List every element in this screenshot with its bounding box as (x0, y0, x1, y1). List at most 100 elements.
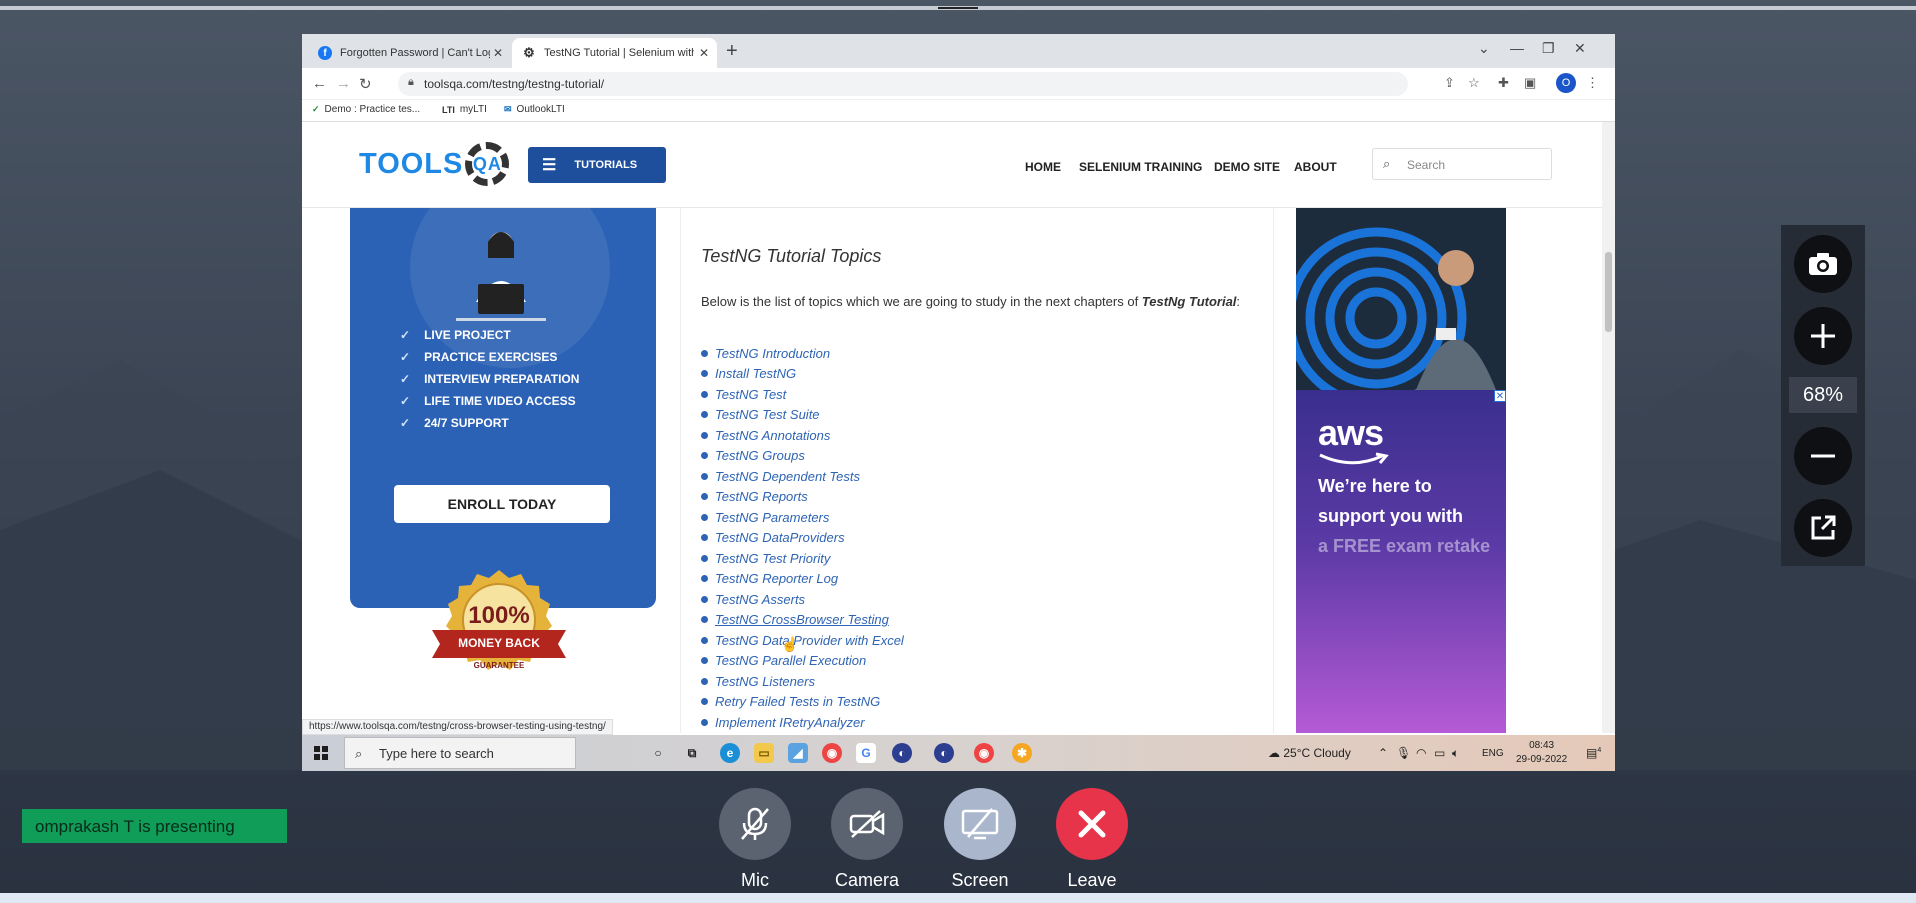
app-icon[interactable]: ◢ (788, 743, 808, 763)
topic-link[interactable]: TestNG Test Suite (701, 405, 904, 426)
screen-share-side-panel: 68% (1781, 225, 1865, 566)
tray-chevron-icon[interactable]: ⌃ (1378, 746, 1388, 760)
tab-label: TestNG Tutorial | Selenium with Java (544, 47, 694, 59)
notification-icon[interactable]: ▤4 (1586, 746, 1601, 760)
screen-share-button[interactable] (944, 788, 1016, 860)
top-grip[interactable] (938, 7, 978, 9)
minimize-icon[interactable]: — (1510, 40, 1524, 56)
google-icon[interactable]: G (856, 743, 876, 763)
mic-off-icon (741, 807, 769, 840)
bookmark-star-icon[interactable]: ☆ (1468, 75, 1480, 91)
feature-practice-exercises: ✓ PRACTICE EXERCISES (400, 350, 557, 364)
topic-link[interactable]: TestNG Asserts (701, 589, 904, 610)
topic-link[interactable]: Retry Failed Tests in TestNG (701, 692, 904, 713)
new-tab-icon[interactable]: + (726, 40, 738, 63)
topic-link[interactable]: TestNG CrossBrowser Testing (701, 610, 904, 631)
windows-start-icon[interactable] (314, 746, 328, 760)
bullet-icon (701, 513, 708, 521)
forward-icon[interactable]: → (336, 75, 351, 92)
chrome-active-icon[interactable]: ◉ (974, 743, 994, 763)
page-scrollbar[interactable] (1602, 122, 1615, 733)
eclipse-icon-1[interactable]: ◐ (892, 743, 912, 763)
tutorials-button[interactable]: ☰ TUTORIALS (528, 147, 666, 183)
nav-about[interactable]: ABOUT (1294, 160, 1337, 174)
feature-lifetime-video: ✓ LIFE TIME VIDEO ACCESS (400, 394, 576, 408)
topic-link[interactable]: TestNG Annotations (701, 425, 904, 446)
back-icon[interactable]: ← (312, 75, 327, 92)
close-tab-icon[interactable]: ✕ (699, 46, 709, 60)
volume-icon[interactable]: 🔈︎ (1452, 746, 1459, 761)
topic-link[interactable]: TestNG Reporter Log (701, 569, 904, 590)
pop-out-button[interactable] (1794, 499, 1852, 557)
bullet-icon (701, 657, 708, 665)
language-indicator[interactable]: ENG (1482, 748, 1504, 759)
bookmark-outlooklti[interactable]: ✉ OutlookLTI (504, 104, 565, 115)
minus-icon (1811, 454, 1835, 458)
camera-button[interactable] (831, 788, 903, 860)
tab-search-icon[interactable]: ⌄ (1478, 40, 1490, 57)
chrome-icon[interactable]: ◉ (822, 743, 842, 763)
topic-label: TestNG Parameters (715, 509, 830, 525)
topic-link[interactable]: TestNG Parameters (701, 507, 904, 528)
edge-icon[interactable]: e (720, 743, 740, 763)
cortana-icon[interactable]: ○ (648, 743, 668, 763)
topic-link[interactable]: TestNG Parallel Execution (701, 651, 904, 672)
zoom-in-button[interactable] (1794, 307, 1852, 365)
nav-home[interactable]: HOME (1025, 160, 1061, 174)
bookmark-mylti[interactable]: LTI myLTI (442, 104, 487, 115)
topic-link[interactable]: TestNG Dependent Tests (701, 466, 904, 487)
zoom-out-button[interactable] (1794, 427, 1852, 485)
enroll-today-button[interactable]: ENROLL TODAY (394, 485, 610, 523)
scrollbar-thumb[interactable] (1605, 252, 1612, 332)
profile-avatar[interactable]: O (1556, 73, 1576, 93)
topic-link[interactable]: TestNG Groups (701, 446, 904, 467)
extensions-icon[interactable]: ✚ (1498, 75, 1509, 91)
eclipse-icon-2[interactable]: ◐ (934, 743, 954, 763)
app-orange-icon[interactable]: ✱ (1012, 743, 1032, 763)
share-icon[interactable]: ⇪ (1444, 75, 1455, 91)
file-explorer-icon[interactable]: ▭ (754, 743, 774, 763)
feature-support: ✓ 24/7 SUPPORT (400, 416, 509, 430)
close-tab-icon[interactable]: ✕ (493, 46, 503, 60)
weather-widget[interactable]: ☁ 25°C Cloudy (1268, 746, 1351, 760)
topic-link[interactable]: Install TestNG (701, 364, 904, 385)
nav-demo-site[interactable]: DEMO SITE (1214, 160, 1280, 174)
site-search-input[interactable]: ⌕ Search (1372, 148, 1552, 180)
side-panel-icon[interactable]: ▣ (1524, 75, 1536, 91)
url-field[interactable]: 🔒︎ toolsqa.com/testng/testng-tutorial/ (398, 72, 1408, 96)
wifi-icon[interactable]: ◠ (1416, 746, 1426, 760)
aws-ad[interactable]: ✕ aws We’re here to support you with a F… (1296, 390, 1506, 733)
tab-forgotten-password[interactable]: f Forgotten Password | Can't Log In ✕ (308, 38, 511, 68)
close-window-icon[interactable]: ✕ (1574, 40, 1586, 57)
training-ad-banner[interactable]: ✓ LIVE PROJECT ✓ PRACTICE EXERCISES ✓ INTER… (350, 208, 656, 608)
screenshot-button[interactable] (1794, 235, 1852, 293)
topic-link[interactable]: TestNG Test Priority (701, 548, 904, 569)
task-view-icon[interactable]: ⧉ (682, 743, 702, 763)
tab-testng-tutorial[interactable]: ⚙ TestNG Tutorial | Selenium with Java ✕ (512, 38, 717, 68)
nav-selenium-training[interactable]: SELENIUM TRAINING (1079, 160, 1202, 174)
topic-link[interactable]: Implement IRetryAnalyzer (701, 712, 904, 733)
topic-label: TestNG Groups (715, 448, 805, 464)
bullet-icon (701, 616, 708, 624)
topic-link[interactable]: TestNG Introduction (701, 343, 904, 364)
topic-link[interactable]: TestNG Reports (701, 487, 904, 508)
battery-icon[interactable]: ▭ (1434, 746, 1445, 760)
bookmarks-bar: ✓ Demo : Practice tes... LTI myLTI ✉ Outloo… (302, 100, 1615, 122)
logo-gear-icon: QA (465, 142, 510, 186)
topic-link[interactable]: TestNG DataProviders (701, 528, 904, 549)
menu-kebab-icon[interactable]: ⋮ (1586, 75, 1599, 91)
toolsqa-logo[interactable]: TOOLS QA (359, 142, 510, 186)
photo-ad[interactable] (1296, 208, 1506, 390)
reload-icon[interactable]: ↻ (359, 75, 372, 93)
mic-button[interactable] (719, 788, 791, 860)
topic-link[interactable]: TestNG Test (701, 384, 904, 405)
leave-button[interactable] (1056, 788, 1128, 860)
ad-close-icon[interactable]: ✕ (1494, 390, 1506, 402)
topic-link[interactable]: TestNG Listeners (701, 671, 904, 692)
taskbar-search-input[interactable]: ⌕ Type here to search (344, 737, 576, 769)
taskbar-clock[interactable]: 08:43 29-09-2022 (1516, 739, 1567, 767)
bookmark-demo[interactable]: ✓ Demo : Practice tes... (312, 104, 420, 115)
topic-link[interactable]: TestNG Data Provider with Excel (701, 630, 904, 651)
mic-tray-icon[interactable]: 🎙︎ (1396, 746, 1411, 760)
restore-icon[interactable]: ❐ (1542, 40, 1555, 57)
